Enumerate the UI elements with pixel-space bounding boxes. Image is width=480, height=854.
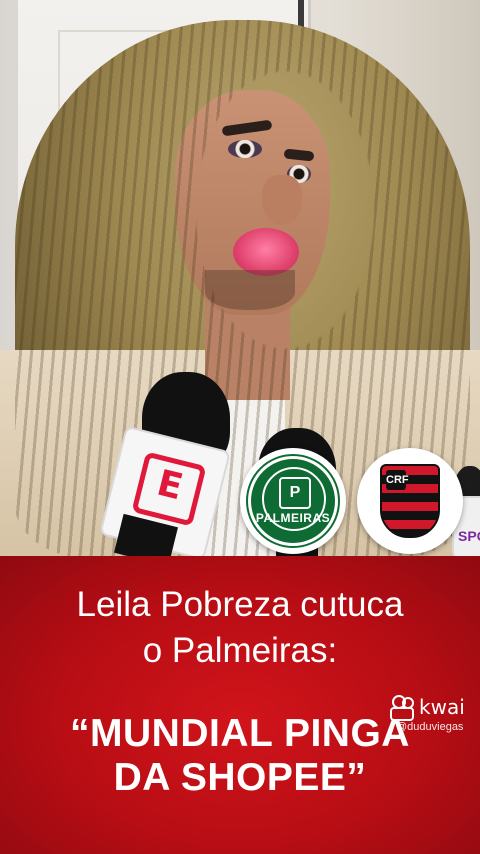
- kwai-logo: kwai: [390, 695, 465, 721]
- crest-wordmark: PALMEIRAS: [255, 511, 331, 525]
- kwai-camera-icon: [390, 695, 416, 721]
- kwai-watermark: kwai @duduviegas: [390, 695, 465, 733]
- video-frame: E SPO P PALMEIRAS CRF Leila Pobreza c: [0, 0, 480, 854]
- flamengo-badge: CRF: [357, 448, 463, 554]
- lips: [233, 228, 299, 276]
- espn-logo-glyph: E: [152, 462, 187, 509]
- interview-photo: E SPO P PALMEIRAS CRF: [0, 0, 480, 556]
- left-eye: [228, 140, 262, 158]
- stubble: [205, 270, 295, 310]
- mic-flag-text: SPO: [458, 528, 480, 544]
- kwai-brand: kwai: [419, 695, 465, 719]
- nose: [262, 175, 302, 225]
- kwai-handle: @duduviegas: [396, 721, 464, 733]
- shield-monogram: CRF: [386, 470, 409, 490]
- palmeiras-badge: P PALMEIRAS: [240, 448, 346, 554]
- headline-line-1: Leila Pobreza cutuca: [76, 585, 404, 624]
- crest-monogram: P: [279, 477, 311, 509]
- headline: Leila Pobreza cutuca o Palmeiras:: [0, 582, 480, 674]
- flamengo-shield-icon: CRF: [380, 464, 440, 538]
- palmeiras-crest-icon: P PALMEIRAS: [248, 456, 338, 546]
- quote-line-2: DA SHOPEE”: [113, 756, 367, 799]
- headline-line-2: o Palmeiras:: [142, 631, 338, 670]
